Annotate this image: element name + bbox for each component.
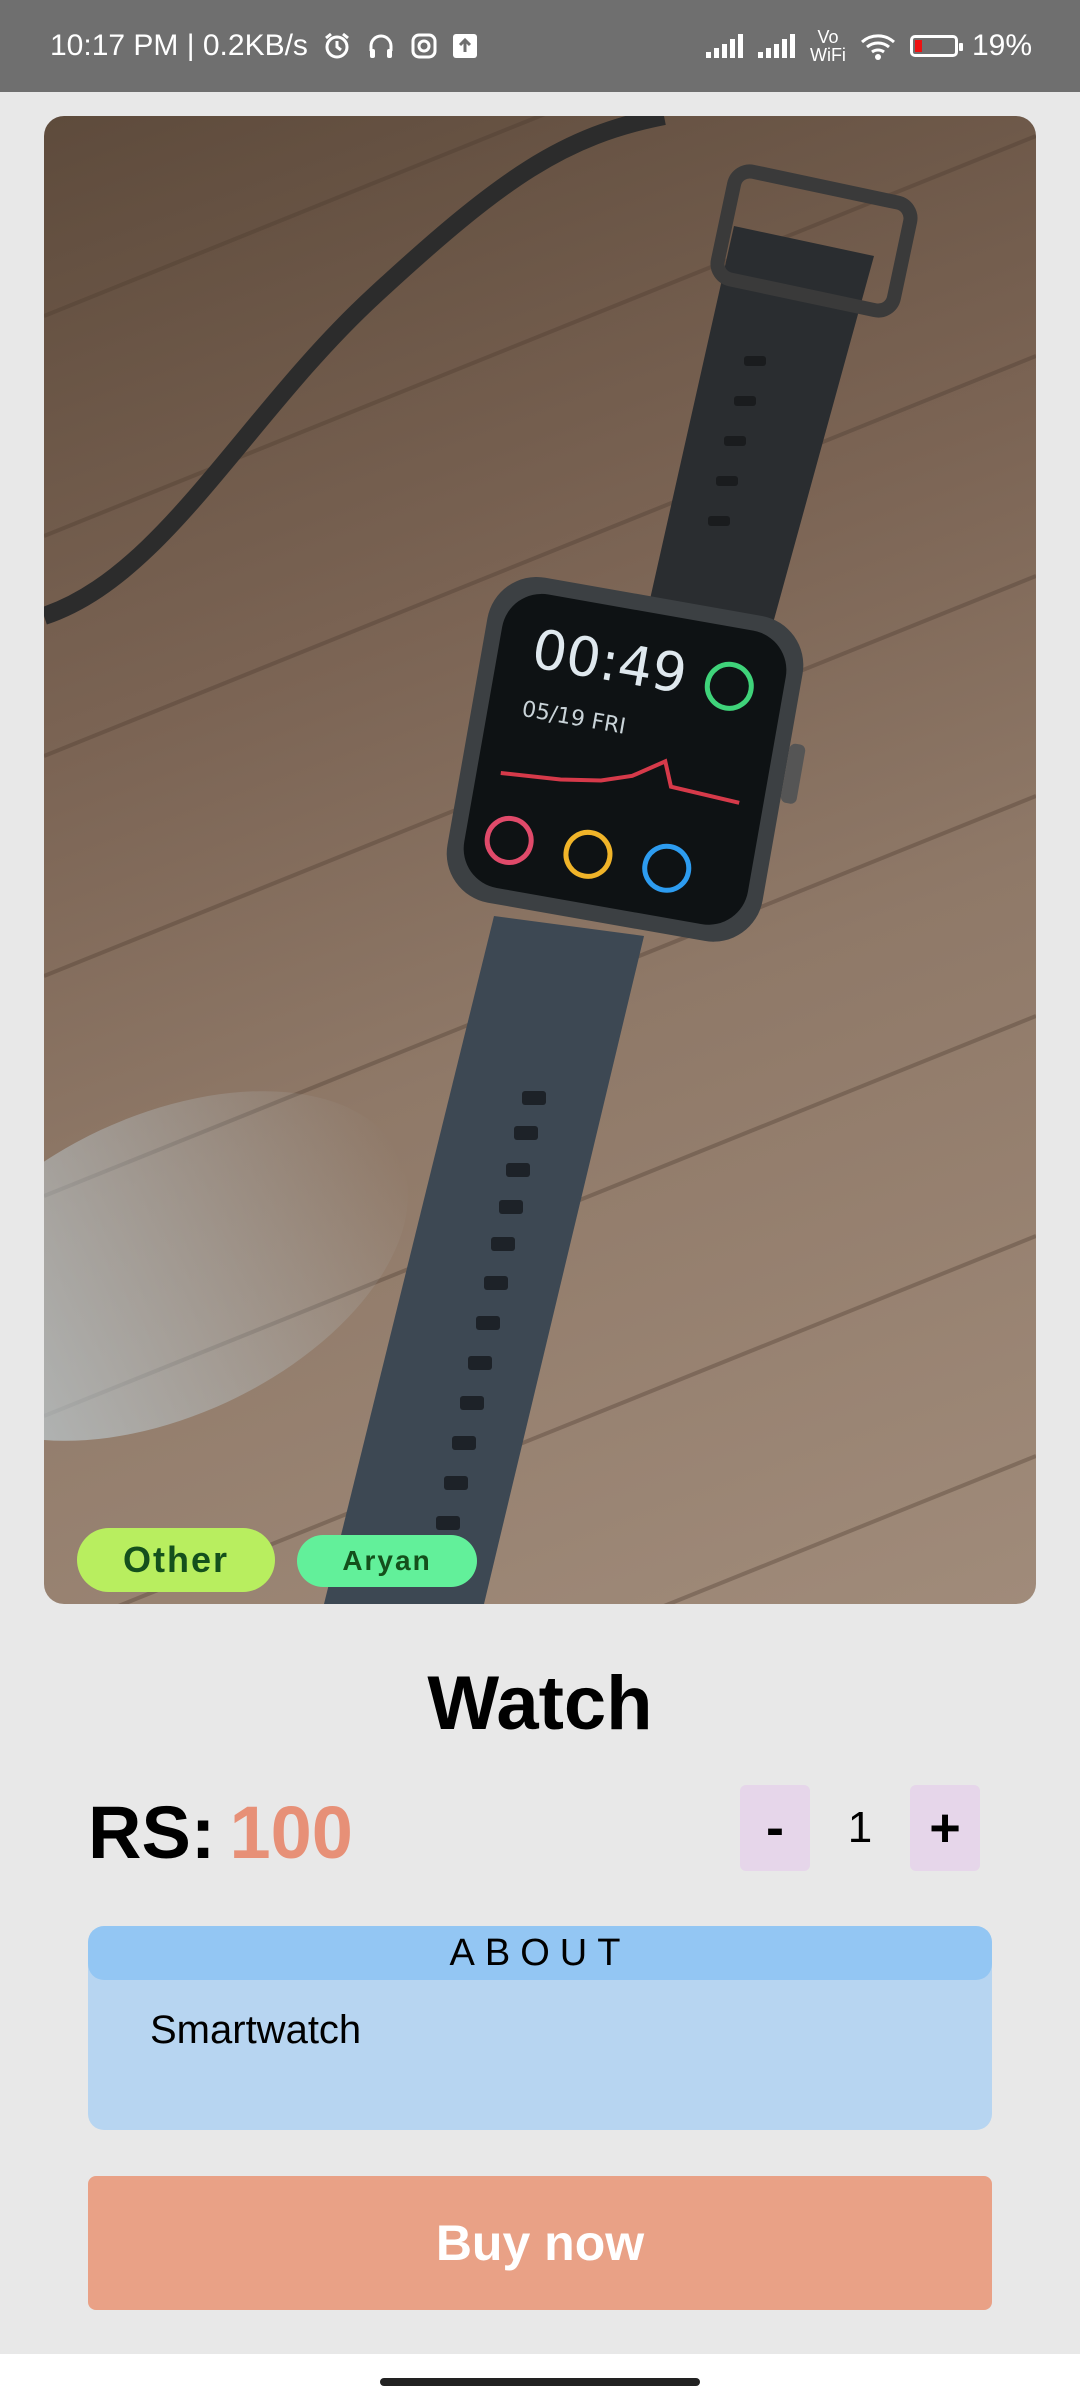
increase-quantity-button[interactable]: + [909, 1785, 980, 1871]
status-time: 10:17 PM | 0.2KB/s [50, 29, 308, 62]
product-title: Watch [427, 1661, 653, 1746]
decrease-quantity-button[interactable]: - [740, 1785, 810, 1871]
quantity-stepper: - 1 + [740, 1785, 980, 1871]
wifi-icon [860, 32, 896, 60]
seller-tag: Aryan [297, 1535, 477, 1587]
price: RS: 100 [88, 1790, 353, 1875]
signal-icon [757, 34, 796, 58]
about-header: ABOUT [88, 1926, 992, 1980]
about-text: Smartwatch [150, 2008, 362, 2052]
about-section: ABOUT Smartwatch [88, 1926, 992, 2130]
alarm-icon [322, 31, 352, 61]
category-tag: Other [77, 1528, 275, 1592]
buy-now-button[interactable]: Buy now [88, 2176, 992, 2310]
headphones-icon [366, 31, 396, 61]
watch-photo-illustration: 00:49 05/19 FRI [44, 116, 1036, 1604]
status-left: 10:17 PM | 0.2KB/s [50, 29, 478, 63]
home-indicator[interactable] [380, 2378, 700, 2386]
signal-icon [705, 34, 744, 58]
instagram-icon [410, 32, 438, 60]
price-value: 100 [229, 1791, 353, 1874]
battery-icon [909, 35, 963, 57]
navigation-bar [0, 2354, 1080, 2400]
price-label: RS: [88, 1791, 216, 1874]
upload-icon [452, 33, 478, 59]
network-label: Vo WiFi [809, 27, 846, 65]
status-bar: 10:17 PM | 0.2KB/s Vo WiFi 19% [0, 0, 1080, 92]
status-right: Vo WiFi 19% [705, 27, 1032, 65]
quantity-value: 1 [847, 1803, 873, 1852]
battery-percent: 19% [971, 29, 1032, 62]
battery-fill [914, 40, 922, 52]
product-image[interactable]: 00:49 05/19 FRI Other Aryan [44, 116, 1036, 1604]
